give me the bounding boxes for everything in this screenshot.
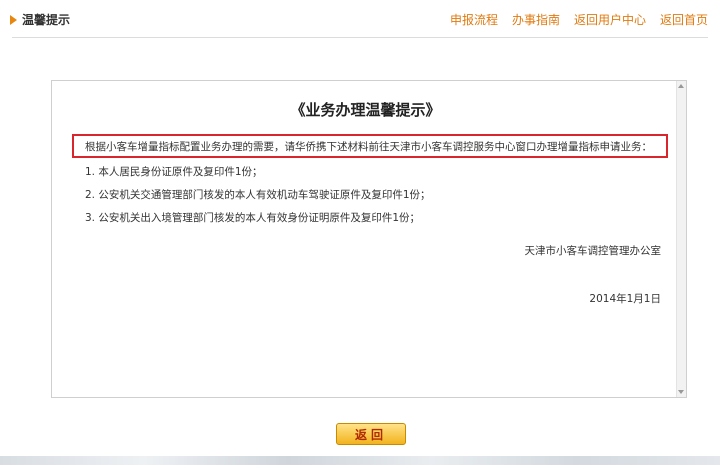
- nav-link-service-guide[interactable]: 办事指南: [512, 11, 560, 28]
- notice-panel: 《业务办理温馨提示》 根据小客车增量指标配置业务办理的需要，请华侨携下述材料前往…: [51, 80, 687, 398]
- title-wrap: 温馨提示: [10, 11, 70, 28]
- nav-link-user-center[interactable]: 返回用户中心: [574, 11, 646, 28]
- notice-date: 2014年1月1日: [589, 293, 661, 305]
- notice-item: 1. 本人居民身份证原件及复印件1份；: [85, 166, 263, 178]
- notice-intro: 根据小客车增量指标配置业务办理的需要，请华侨携下述材料前往天津市小客车调控服务中…: [85, 141, 652, 153]
- notice-item: 3. 公安机关出入境管理部门核发的本人有效身份证明原件及复印件1份；: [85, 212, 421, 224]
- top-nav: 申报流程 办事指南 返回用户中心 返回首页: [436, 11, 708, 28]
- footer-decoration: [0, 456, 720, 465]
- arrow-right-icon: [10, 14, 17, 25]
- scroll-down-icon[interactable]: [678, 390, 684, 394]
- header-divider: [12, 37, 708, 38]
- header-bar: 温馨提示 申报流程 办事指南 返回用户中心 返回首页: [0, 0, 720, 36]
- nav-link-home[interactable]: 返回首页: [660, 11, 708, 28]
- notice-signature: 天津市小客车调控管理办公室: [524, 245, 662, 257]
- scroll-up-icon[interactable]: [678, 84, 684, 88]
- vertical-scrollbar[interactable]: [676, 81, 686, 397]
- notice-heading: 《业务办理温馨提示》: [290, 101, 441, 119]
- page-title: 温馨提示: [22, 13, 71, 27]
- notice-item: 2. 公安机关交通管理部门核发的本人有效机动车驾驶证原件及复印件1份；: [85, 189, 431, 201]
- back-button[interactable]: 返回: [336, 423, 406, 445]
- nav-link-apply-process[interactable]: 申报流程: [450, 11, 498, 28]
